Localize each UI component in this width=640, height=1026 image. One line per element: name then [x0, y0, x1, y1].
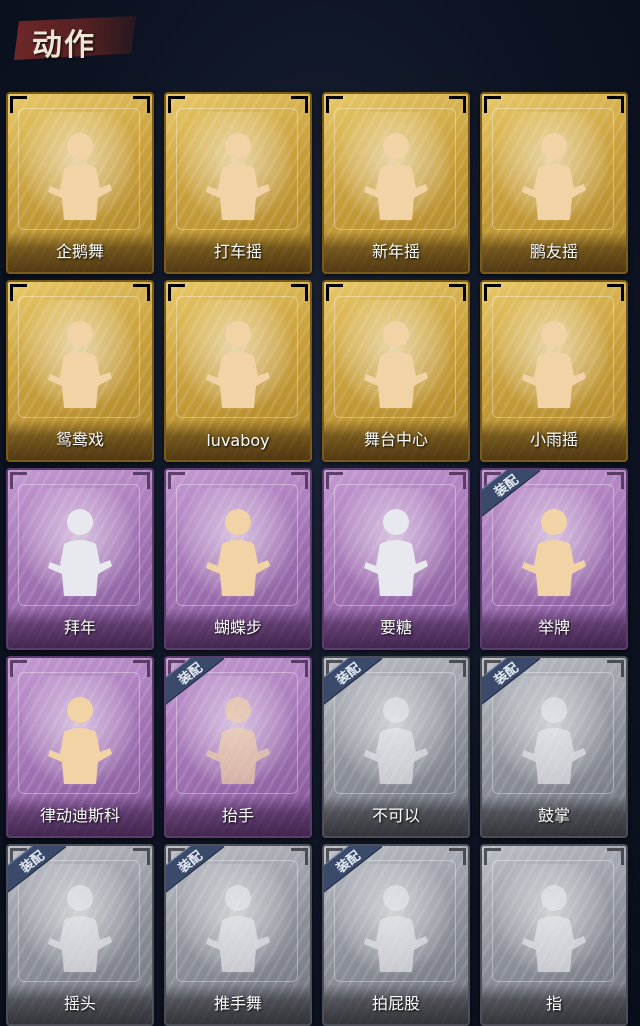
card-corner-ornament [133, 660, 150, 677]
emote-card[interactable]: 鸳鸯戏 [6, 280, 154, 462]
emote-name: 律动迪斯科 [39, 806, 120, 825]
card-corner-ornament [607, 660, 624, 677]
emote-name: 举牌 [537, 618, 570, 637]
emote-name: 拍屁股 [371, 994, 420, 1013]
emote-card[interactable]: 摇头 装配 [6, 844, 154, 1026]
center-stage-pose-icon [356, 316, 436, 412]
card-corner-ornament [133, 96, 150, 113]
emote-name: 小雨摇 [529, 430, 578, 449]
emote-name: 推手舞 [213, 994, 262, 1013]
emote-card[interactable]: 拍屁股 装配 [322, 844, 470, 1026]
emote-card[interactable]: 不可以 装配 [322, 656, 470, 838]
emote-name: 舞台中心 [363, 430, 428, 449]
card-corner-ornament [326, 96, 343, 113]
card-corner-ornament [291, 284, 308, 301]
hold-sign-pose-icon [514, 504, 594, 600]
emote-card[interactable]: 拜年 [6, 468, 154, 650]
point-pose-icon [514, 880, 594, 976]
emote-card[interactable]: 指 [480, 844, 628, 1026]
card-corner-ornament [10, 284, 27, 301]
head-shake-pose-icon [40, 880, 120, 976]
taxi-shake-pose-icon [198, 128, 278, 224]
emote-name: 蝴蝶步 [213, 618, 262, 637]
emote-card[interactable]: 鼓掌 装配 [480, 656, 628, 838]
emote-name: 打车摇 [213, 242, 262, 261]
emote-card[interactable]: 律动迪斯科 [6, 656, 154, 838]
card-corner-ornament [133, 848, 150, 865]
card-corner-ornament [291, 660, 308, 677]
emote-name: 拜年 [63, 618, 96, 637]
emote-name: 企鹅舞 [55, 242, 104, 261]
card-corner-ornament [484, 96, 501, 113]
emote-card[interactable]: 推手舞 装配 [164, 844, 312, 1026]
emote-name: 不可以 [371, 806, 420, 825]
luvaboy-pose-icon [198, 316, 278, 412]
card-corner-ornament [10, 96, 27, 113]
emote-card[interactable]: luvaboy [164, 280, 312, 462]
clap-pose-icon [514, 692, 594, 788]
card-corner-ornament [607, 848, 624, 865]
emote-card[interactable]: 鹏友摇 [480, 92, 628, 274]
emote-name: 新年摇 [371, 242, 420, 261]
card-corner-ornament [607, 96, 624, 113]
card-corner-ornament [291, 472, 308, 489]
card-corner-ornament [10, 472, 27, 489]
emote-card[interactable]: 新年摇 [322, 92, 470, 274]
disco-pose-icon [40, 692, 120, 788]
no-finger-pose-icon [356, 692, 436, 788]
new-year-shake-pose-icon [356, 128, 436, 224]
card-corner-ornament [326, 284, 343, 301]
emote-name: 摇头 [63, 994, 96, 1013]
emote-grid: 企鹅舞 打车摇 新年摇 鹏友摇鸳鸯戏 luvaboy 舞台中心 小雨摇拜年 蝴蝶步 要糖 举牌 装配… [6, 92, 628, 1026]
card-corner-ornament [484, 284, 501, 301]
penguin-dance-pose-icon [40, 128, 120, 224]
page-header: 动作 [0, 0, 640, 80]
card-corner-ornament [133, 284, 150, 301]
new-year-greeting-pose-icon [40, 504, 120, 600]
card-corner-ornament [326, 472, 343, 489]
emote-name: 要糖 [379, 618, 412, 637]
emote-name: 鸳鸯戏 [55, 430, 104, 449]
emote-name: 鹏友摇 [529, 242, 578, 261]
push-hand-dance-pose-icon [198, 880, 278, 976]
emote-card[interactable]: 小雨摇 [480, 280, 628, 462]
emote-name: luvaboy [206, 431, 270, 450]
card-corner-ornament [449, 472, 466, 489]
emote-card[interactable]: 举牌 装配 [480, 468, 628, 650]
card-corner-ornament [133, 472, 150, 489]
card-corner-ornament [484, 848, 501, 865]
emote-card[interactable]: 要糖 [322, 468, 470, 650]
card-corner-ornament [168, 96, 185, 113]
emote-card[interactable]: 抬手 装配 [164, 656, 312, 838]
friend-shake-pose-icon [514, 128, 594, 224]
card-corner-ornament [10, 660, 27, 677]
pat-butt-pose-icon [356, 880, 436, 976]
card-corner-ornament [291, 848, 308, 865]
card-corner-ornament [449, 848, 466, 865]
emote-card[interactable]: 蝴蝶步 [164, 468, 312, 650]
emote-name: 指 [545, 994, 562, 1013]
raise-hand-pose-icon [198, 692, 278, 788]
page-title: 动作 [32, 28, 96, 63]
card-corner-ornament [449, 96, 466, 113]
card-corner-ornament [607, 472, 624, 489]
mandarin-duck-pose-icon [40, 316, 120, 412]
card-corner-ornament [291, 96, 308, 113]
card-corner-ornament [168, 284, 185, 301]
card-corner-ornament [449, 284, 466, 301]
emote-name: 鼓掌 [537, 806, 570, 825]
butterfly-step-pose-icon [198, 504, 278, 600]
card-corner-ornament [168, 472, 185, 489]
emote-card[interactable]: 舞台中心 [322, 280, 470, 462]
light-rain-pose-icon [514, 316, 594, 412]
emote-card[interactable]: 打车摇 [164, 92, 312, 274]
ask-candy-pose-icon [356, 504, 436, 600]
card-corner-ornament [449, 660, 466, 677]
emote-card[interactable]: 企鹅舞 [6, 92, 154, 274]
card-corner-ornament [607, 284, 624, 301]
emote-name: 抬手 [221, 806, 254, 825]
